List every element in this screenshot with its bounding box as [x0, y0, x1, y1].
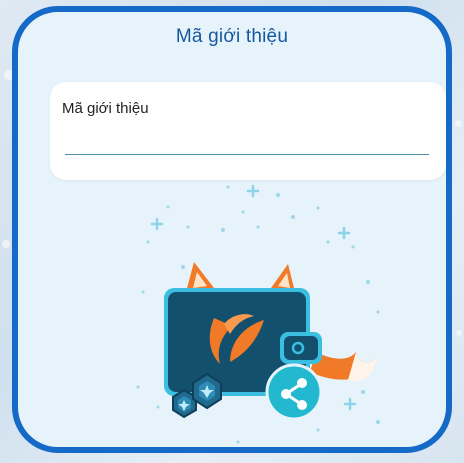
background-dot — [455, 120, 462, 127]
referral-card: Mã giới thiệu Mã giới thiệu — [12, 6, 452, 453]
background-dot — [2, 240, 10, 248]
wallet-share-illustration — [136, 184, 380, 444]
fox-ears — [186, 262, 295, 292]
background-dot — [456, 330, 462, 336]
share-badge — [265, 363, 323, 421]
